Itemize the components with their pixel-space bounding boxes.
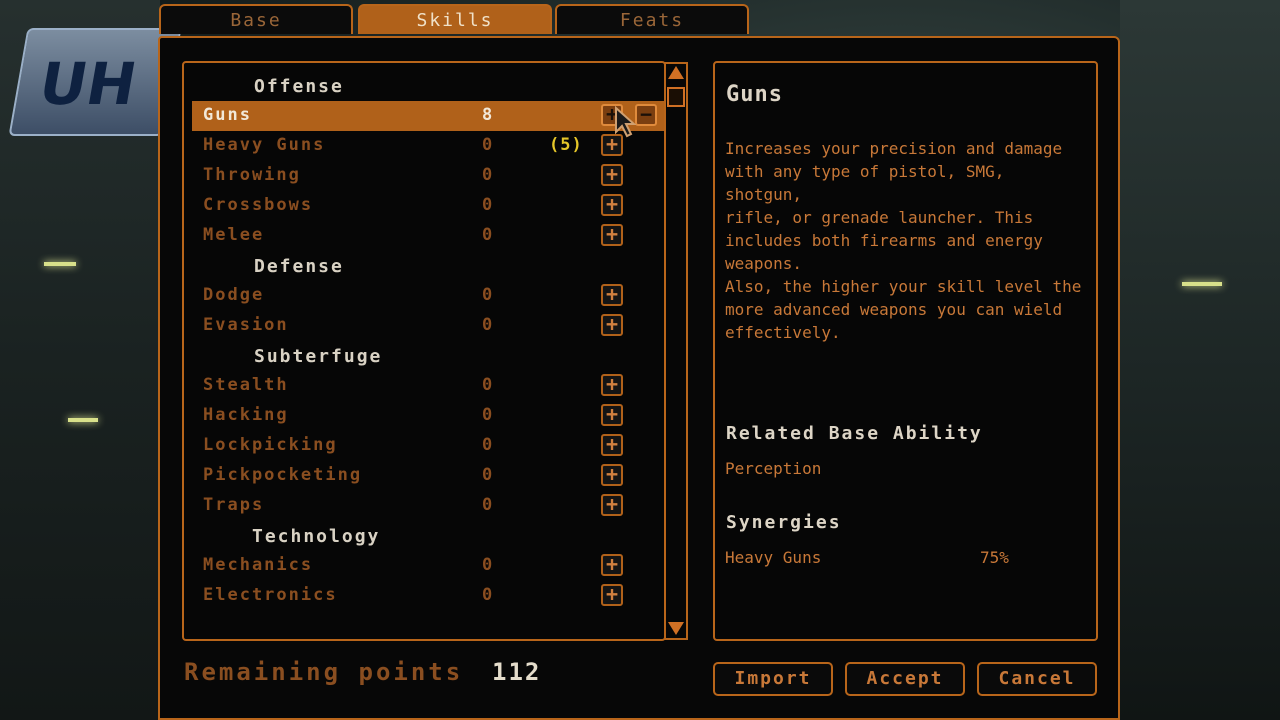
skill-name: Hacking	[203, 405, 289, 425]
increase-button[interactable]: +	[601, 284, 623, 306]
skill-row-crossbows[interactable]: Crossbows 0 +	[192, 191, 664, 221]
skill-row-stealth[interactable]: Stealth 0 +	[192, 371, 664, 401]
mouse-cursor-icon	[615, 106, 637, 138]
skill-row-hacking[interactable]: Hacking 0 +	[192, 401, 664, 431]
skill-name: Dodge	[203, 285, 265, 305]
skill-value: 0	[482, 285, 493, 305]
scrollbar-track[interactable]	[664, 62, 688, 640]
skill-row-dodge[interactable]: Dodge 0 +	[192, 281, 664, 311]
skill-name: Stealth	[203, 375, 289, 395]
description-text-extra: Also, the higher your skill level the mo…	[725, 277, 1082, 342]
category-defense: Defense	[254, 256, 344, 277]
tab-feats[interactable]: Feats	[555, 4, 749, 34]
increase-button[interactable]: +	[601, 464, 623, 486]
skill-name: Crossbows	[203, 195, 314, 215]
skill-value: 0	[482, 405, 493, 425]
skill-row-lockpicking[interactable]: Lockpicking 0 +	[192, 431, 664, 461]
increase-button[interactable]: +	[601, 164, 623, 186]
category-offense: Offense	[254, 76, 344, 97]
skill-row-pickpocketing[interactable]: Pickpocketing 0 +	[192, 461, 664, 491]
synergies-header: Synergies	[726, 512, 842, 533]
skill-name: Lockpicking	[203, 435, 338, 455]
increase-button[interactable]: +	[601, 374, 623, 396]
skill-value: 0	[482, 435, 493, 455]
increase-button[interactable]: +	[601, 434, 623, 456]
remaining-points-value: 112	[492, 658, 542, 686]
skill-name: Mechanics	[203, 555, 314, 575]
description-title: Guns	[726, 82, 783, 107]
increase-button[interactable]: +	[601, 584, 623, 606]
related-ability-value: Perception	[725, 459, 822, 478]
increase-button[interactable]: +	[601, 314, 623, 336]
skill-value: 0	[482, 315, 493, 335]
skill-row-mechanics[interactable]: Mechanics 0 +	[192, 551, 664, 581]
increase-button[interactable]: +	[601, 194, 623, 216]
skill-name: Throwing	[203, 165, 301, 185]
game-logo-text: UH	[34, 50, 142, 118]
skill-value: 0	[482, 555, 493, 575]
skill-value: 0	[482, 375, 493, 395]
skill-name: Traps	[203, 495, 265, 515]
scrollbar-thumb[interactable]	[667, 87, 685, 107]
synergy-name: Heavy Guns	[725, 548, 822, 567]
synergy-value: 75%	[980, 548, 1009, 567]
skill-row-guns[interactable]: Guns 8 + −	[192, 101, 664, 131]
cancel-button[interactable]: Cancel	[977, 662, 1097, 696]
category-technology: Technology	[252, 526, 381, 547]
description-text: Increases your precision and damage with…	[725, 139, 1063, 273]
skill-value: 0	[482, 165, 493, 185]
increase-button[interactable]: +	[601, 224, 623, 246]
category-subterfuge: Subterfuge	[254, 346, 383, 367]
skill-value: 0	[482, 585, 493, 605]
increase-button[interactable]: +	[601, 404, 623, 426]
skill-bonus: (5)	[549, 135, 583, 155]
background-light	[44, 262, 76, 266]
tab-base[interactable]: Base	[159, 4, 353, 34]
related-ability-header: Related Base Ability	[726, 423, 983, 444]
skill-value: 0	[482, 465, 493, 485]
skill-value: 0	[482, 135, 493, 155]
remaining-points-label: Remaining points	[184, 658, 464, 686]
skill-name: Electronics	[203, 585, 338, 605]
skill-row-evasion[interactable]: Evasion 0 +	[192, 311, 664, 341]
background-light	[68, 418, 98, 422]
scroll-down-icon[interactable]	[668, 622, 684, 635]
skill-name: Melee	[203, 225, 265, 245]
skill-row-electronics[interactable]: Electronics 0 +	[192, 581, 664, 611]
skill-value: 0	[482, 495, 493, 515]
skill-row-melee[interactable]: Melee 0 +	[192, 221, 664, 251]
increase-button[interactable]: +	[601, 554, 623, 576]
scroll-up-icon[interactable]	[668, 66, 684, 79]
accept-button[interactable]: Accept	[845, 662, 965, 696]
skill-value: 0	[482, 195, 493, 215]
tab-skills[interactable]: Skills	[358, 4, 552, 34]
skill-name: Pickpocketing	[203, 465, 363, 485]
import-button[interactable]: Import	[713, 662, 833, 696]
background-light	[1182, 282, 1222, 286]
skill-value: 0	[482, 225, 493, 245]
skill-row-heavy-guns[interactable]: Heavy Guns 0 (5) +	[192, 131, 664, 161]
skill-name: Heavy Guns	[203, 135, 326, 155]
skill-row-throwing[interactable]: Throwing 0 +	[192, 161, 664, 191]
skill-row-traps[interactable]: Traps 0 +	[192, 491, 664, 521]
skill-value: 8	[482, 105, 493, 125]
skill-name: Evasion	[203, 315, 289, 335]
background-right	[1120, 0, 1280, 720]
skill-name: Guns	[203, 105, 252, 125]
increase-button[interactable]: +	[601, 494, 623, 516]
